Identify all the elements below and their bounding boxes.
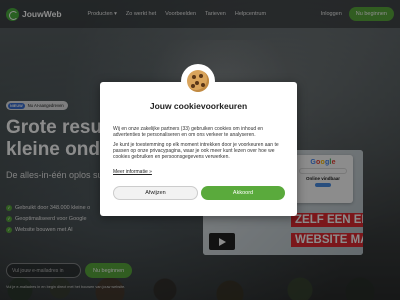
cookie-icon — [181, 64, 215, 98]
accept-button[interactable]: Akkoord — [201, 186, 285, 200]
dialog-actions: Afwijzen Akkoord — [113, 186, 285, 200]
cookie-shape — [187, 70, 209, 92]
dialog-body: Wij en onze zakelijke partners (33) gebr… — [113, 126, 285, 164]
dialog-title: Jouw cookievoorkeuren — [149, 101, 248, 111]
dialog-paragraph: Wij en onze zakelijke partners (33) gebr… — [113, 126, 264, 138]
cookie-dialog: Jouw cookievoorkeuren Wij en onze zakeli… — [100, 64, 297, 216]
decline-button[interactable]: Afwijzen — [113, 186, 198, 200]
dialog-paragraph: Je kunt je toestemming op elk moment int… — [113, 142, 279, 160]
more-info-link[interactable]: Meer informatie » — [113, 169, 152, 175]
